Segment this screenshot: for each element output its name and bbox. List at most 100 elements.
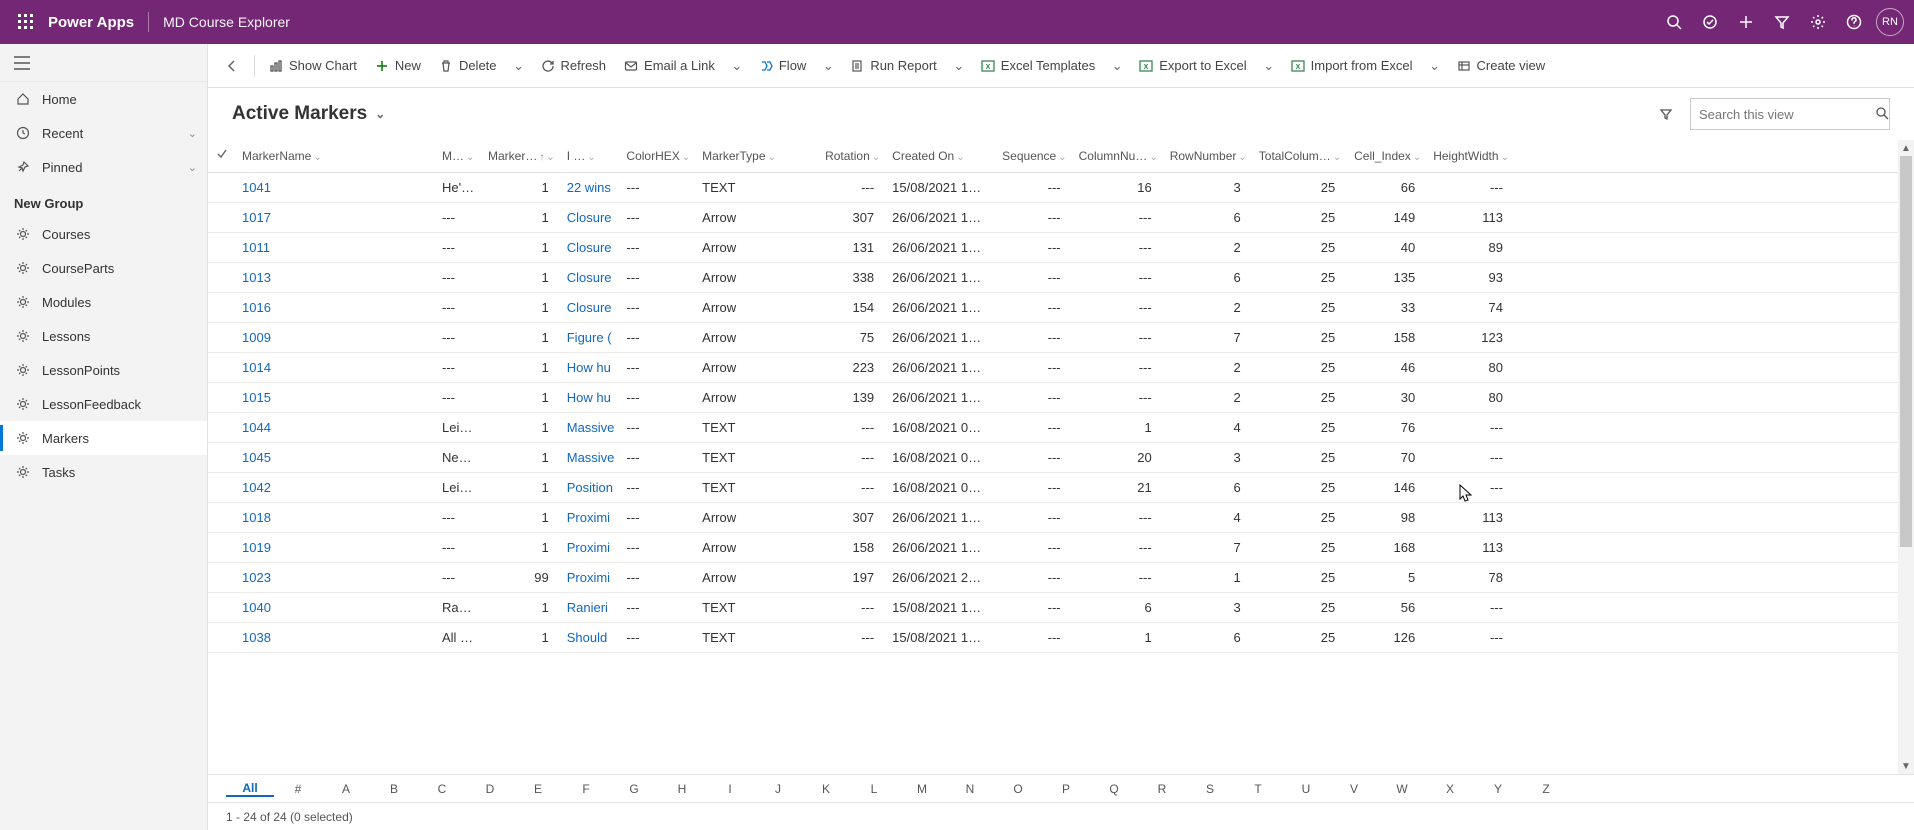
alpha-jump-l[interactable]: L (850, 782, 898, 796)
flow-split[interactable]: ⌄ (816, 58, 840, 74)
marker-name-link[interactable]: 1044 (242, 420, 271, 435)
alpha-jump-n[interactable]: N (946, 782, 994, 796)
marker-name-link[interactable]: 1018 (242, 510, 271, 525)
column-header[interactable]: MarkerName⌄ (236, 140, 436, 172)
app-launcher-button[interactable] (10, 6, 42, 38)
chevron-down-icon[interactable]: ⌄ (1058, 152, 1066, 163)
alpha-jump-x[interactable]: X (1426, 782, 1474, 796)
alpha-jump-h[interactable]: H (658, 782, 706, 796)
related-link[interactable]: Figure ( (567, 330, 612, 345)
alpha-jump-g[interactable]: G (610, 782, 658, 796)
alpha-jump-i[interactable]: I (706, 782, 754, 796)
alpha-jump-p[interactable]: P (1042, 782, 1090, 796)
table-row[interactable]: 1016---1Closure---Arrow15426/06/2021 1…-… (208, 292, 1898, 322)
column-header[interactable]: M…⌄ (436, 140, 482, 172)
row-checkbox[interactable] (208, 562, 236, 592)
marker-name-link[interactable]: 1009 (242, 330, 271, 345)
import-excel-split[interactable]: ⌄ (1423, 58, 1447, 74)
marker-name-link[interactable]: 1042 (242, 480, 271, 495)
row-checkbox[interactable] (208, 352, 236, 382)
row-checkbox[interactable] (208, 472, 236, 502)
column-header[interactable]: HeightWidth⌄ (1427, 140, 1515, 172)
table-row[interactable]: 1009---1Figure (---Arrow7526/06/2021 1…-… (208, 322, 1898, 352)
search-icon[interactable] (1656, 4, 1692, 40)
alpha-jump-z[interactable]: Z (1522, 782, 1570, 796)
chevron-down-icon[interactable]: ⌄ (1238, 152, 1246, 163)
alpha-jump-e[interactable]: E (514, 782, 562, 796)
chevron-down-icon[interactable]: ⌄ (1333, 152, 1341, 163)
row-checkbox[interactable] (208, 322, 236, 352)
marker-name-link[interactable]: 1017 (242, 210, 271, 225)
scroll-down-arrow[interactable]: ▼ (1898, 758, 1914, 774)
add-icon[interactable] (1728, 4, 1764, 40)
nav-item-lessonfeedback[interactable]: LessonFeedback (0, 387, 207, 421)
nav-pinned[interactable]: Pinned ⌄ (0, 150, 207, 184)
table-row[interactable]: 1013---1Closure---Arrow33826/06/2021 1…-… (208, 262, 1898, 292)
chevron-down-icon[interactable]: ⌄ (1501, 152, 1509, 163)
scrollbar-thumb[interactable] (1900, 156, 1912, 547)
chevron-down-icon[interactable]: ⌄ (546, 152, 554, 163)
chevron-down-icon[interactable]: ⌄ (956, 152, 964, 163)
alpha-jump-w[interactable]: W (1378, 782, 1426, 796)
flow-button[interactable]: Flow (751, 50, 814, 82)
nav-item-courseparts[interactable]: CourseParts (0, 251, 207, 285)
table-row[interactable]: 1019---1Proximi---Arrow15826/06/2021 1…-… (208, 532, 1898, 562)
marker-name-link[interactable]: 1011 (242, 240, 270, 255)
column-filter-button[interactable] (1650, 98, 1682, 130)
row-checkbox[interactable] (208, 172, 236, 202)
marker-name-link[interactable]: 1013 (242, 270, 271, 285)
refresh-button[interactable]: Refresh (533, 50, 615, 82)
column-header[interactable]: Sequence⌄ (996, 140, 1072, 172)
row-checkbox[interactable] (208, 442, 236, 472)
related-link[interactable]: Should (567, 630, 607, 645)
related-link[interactable]: Closure (567, 240, 612, 255)
alpha-jump-k[interactable]: K (802, 782, 850, 796)
chevron-down-icon[interactable]: ⌄ (1149, 152, 1157, 163)
run-report-button[interactable]: Run Report (842, 50, 944, 82)
marker-name-link[interactable]: 1019 (242, 540, 271, 555)
related-link[interactable]: How hu (567, 390, 611, 405)
alpha-jump-f[interactable]: F (562, 782, 610, 796)
marker-name-link[interactable]: 1023 (242, 570, 271, 585)
row-checkbox[interactable] (208, 592, 236, 622)
column-header[interactable]: Created On⌄ (886, 140, 996, 172)
table-row[interactable]: 1045Ne…1Massive---TEXT---16/08/2021 0…--… (208, 442, 1898, 472)
table-row[interactable]: 1023---99Proximi---Arrow19726/06/2021 2…… (208, 562, 1898, 592)
table-row[interactable]: 1014---1How hu---Arrow22326/06/2021 1…--… (208, 352, 1898, 382)
task-icon[interactable] (1692, 4, 1728, 40)
alpha-jump-y[interactable]: Y (1474, 782, 1522, 796)
alpha-jump-t[interactable]: T (1234, 782, 1282, 796)
table-row[interactable]: 1042Lei…1Position---TEXT---16/08/2021 0…… (208, 472, 1898, 502)
alpha-jump-b[interactable]: B (370, 782, 418, 796)
filter-icon[interactable] (1764, 4, 1800, 40)
new-button[interactable]: New (367, 50, 429, 82)
view-search-input[interactable] (1699, 107, 1875, 122)
export-excel-button[interactable]: XExport to Excel (1131, 50, 1254, 82)
export-excel-split[interactable]: ⌄ (1257, 58, 1281, 74)
marker-name-link[interactable]: 1038 (242, 630, 271, 645)
alpha-jump-m[interactable]: M (898, 782, 946, 796)
column-header[interactable]: Rotation⌄ (816, 140, 886, 172)
nav-recent[interactable]: Recent ⌄ (0, 116, 207, 150)
view-selector[interactable]: Active Markers ⌄ (232, 103, 385, 125)
delete-split[interactable]: ⌄ (507, 58, 531, 74)
alpha-jump-#[interactable]: # (274, 782, 322, 796)
marker-name-link[interactable]: 1041 (242, 180, 271, 195)
alpha-jump-d[interactable]: D (466, 782, 514, 796)
chevron-down-icon[interactable]: ⌄ (682, 152, 690, 163)
column-header[interactable]: Marker…↑⌄ (482, 140, 561, 172)
related-link[interactable]: How hu (567, 360, 611, 375)
user-avatar[interactable]: RN (1876, 8, 1904, 36)
row-checkbox[interactable] (208, 202, 236, 232)
column-header[interactable]: I …⌄ (561, 140, 621, 172)
alpha-jump-all[interactable]: All (226, 781, 274, 797)
scroll-up-arrow[interactable]: ▲ (1898, 140, 1914, 156)
related-link[interactable]: 22 wins (567, 180, 611, 195)
nav-item-lessonpoints[interactable]: LessonPoints (0, 353, 207, 387)
alpha-jump-a[interactable]: A (322, 782, 370, 796)
row-checkbox[interactable] (208, 502, 236, 532)
alpha-jump-j[interactable]: J (754, 782, 802, 796)
vertical-scrollbar[interactable]: ▲ ▼ (1898, 140, 1914, 774)
settings-icon[interactable] (1800, 4, 1836, 40)
table-row[interactable]: 1017---1Closure---Arrow30726/06/2021 1…-… (208, 202, 1898, 232)
